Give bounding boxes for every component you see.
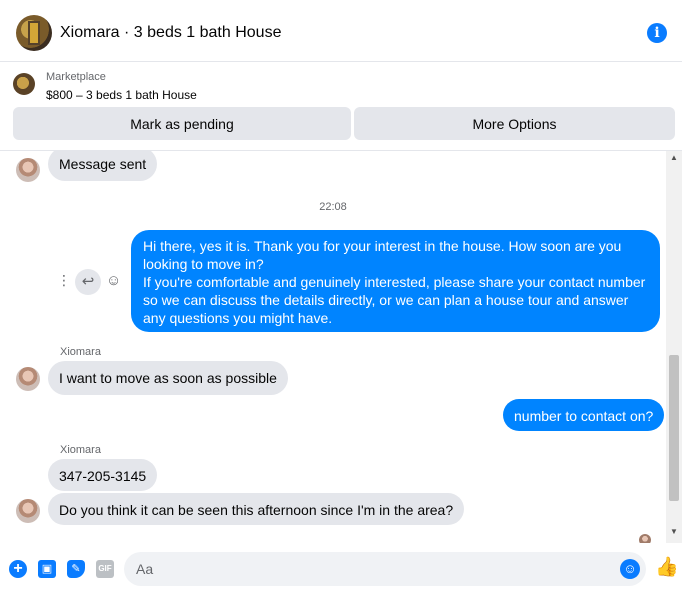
sender-name: Xiomara [60, 346, 101, 358]
reply-icon[interactable]: ↩ [75, 269, 101, 295]
info-icon[interactable]: i [647, 23, 667, 43]
mark-as-pending-button[interactable]: Mark as pending [13, 107, 351, 140]
message-bubble[interactable]: number to contact on? [503, 399, 665, 431]
avatar [16, 158, 40, 182]
read-receipt-avatar [639, 534, 651, 543]
emoji-icon[interactable]: ☺ [620, 559, 640, 579]
scroll-up-icon[interactable]: ▲ [666, 153, 682, 165]
scroll-thumb[interactable] [669, 355, 679, 501]
plus-icon[interactable]: + [9, 560, 27, 578]
message-timestamp: 22:08 [319, 201, 347, 213]
more-icon[interactable]: ⋮ [57, 272, 71, 289]
photo-icon[interactable]: ▣ [38, 560, 56, 578]
avatar [16, 367, 40, 391]
message-thread[interactable]: Message sent 22:08 ⋮ ↩ ☺ Hi there, yes i… [0, 151, 666, 543]
message-bubble[interactable]: Message sent [48, 151, 158, 181]
listing-thumbnail [13, 73, 35, 95]
more-options-button[interactable]: More Options [354, 107, 675, 140]
thumbs-up-icon[interactable]: 👍 [655, 557, 679, 579]
conversation-title[interactable]: Xiomara · 3 beds 1 bath House [60, 24, 281, 42]
scroll-down-icon[interactable]: ▼ [666, 527, 682, 539]
chat-header: Xiomara · 3 beds 1 bath House i [0, 0, 682, 62]
message-bubble[interactable]: I want to move as soon as possible [48, 361, 288, 395]
message-composer: + ▣ ✎ GIF ☺ 👍 [0, 545, 694, 592]
message-bubble[interactable]: Do you think it can be seen this afterno… [48, 493, 465, 525]
message-bubble[interactable]: 347-205-3145 [48, 459, 158, 491]
react-icon[interactable]: ☺ [106, 272, 121, 289]
sticker-icon[interactable]: ✎ [67, 560, 85, 578]
message-bubble[interactable]: Hi there, yes it is. Thank you for your … [131, 230, 660, 332]
gif-icon[interactable]: GIF [96, 560, 114, 578]
message-input[interactable] [124, 552, 646, 586]
sender-name: Xiomara [60, 444, 101, 456]
listing-source-label: Marketplace [46, 71, 106, 83]
avatar [16, 499, 40, 523]
listing-price-title: $800 – 3 beds 1 bath House [46, 88, 197, 102]
contact-avatar[interactable] [16, 15, 52, 51]
marketplace-listing[interactable]: Marketplace $800 – 3 beds 1 bath House [0, 63, 682, 105]
scrollbar[interactable]: ▲ ▼ [666, 151, 682, 543]
